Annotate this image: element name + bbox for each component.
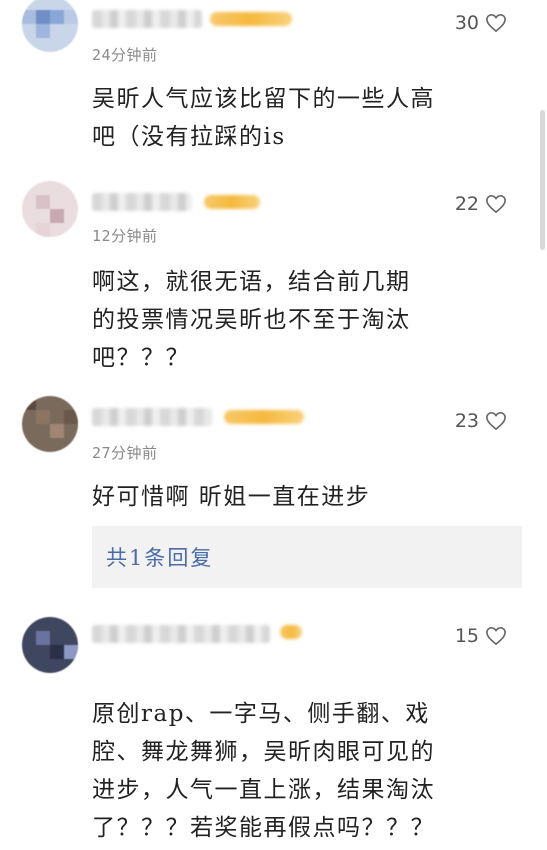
like-button[interactable]: 30 bbox=[455, 12, 507, 34]
username-blurred[interactable] bbox=[92, 193, 192, 211]
comment-line: 腔、舞龙舞狮，吴昕肉眼可见的 bbox=[92, 739, 435, 765]
avatar[interactable] bbox=[22, 617, 78, 673]
like-button[interactable]: 15 bbox=[455, 625, 507, 647]
comment-item: 15 原创rap、一字马、侧手翻、戏 腔、舞龙舞狮，吴昕肉眼可见的 进步，人气一… bbox=[0, 605, 547, 850]
heart-outline-icon bbox=[486, 194, 506, 214]
comment-text: 吴昕人气应该比留下的一些人高 吧（没有拉踩的is bbox=[92, 80, 517, 156]
avatar[interactable] bbox=[22, 181, 78, 237]
comment-line: 了？？？若奖能再假点吗？？？ bbox=[92, 815, 435, 841]
comment-line: 进步，人气一直上涨，结果淘汰 bbox=[92, 777, 435, 803]
user-badge bbox=[280, 625, 302, 639]
comment-text: 好可惜啊 昕姐一直在进步 bbox=[92, 478, 517, 516]
comment-item: 12分钟前 22 啊这，就很无语，结合前几期 的投票情况吴昕也不至于淘汰 吧？？… bbox=[0, 175, 547, 385]
user-badge bbox=[210, 12, 292, 26]
heart-outline-icon bbox=[486, 626, 506, 646]
comment-line: 吴昕人气应该比留下的一些人高 bbox=[92, 86, 435, 112]
user-badge bbox=[204, 195, 260, 209]
like-count: 23 bbox=[454, 410, 479, 432]
username-blurred[interactable] bbox=[92, 408, 212, 426]
view-replies-button[interactable]: 共1条回复 bbox=[92, 526, 522, 588]
comment-line: 的投票情况吴昕也不至于淘汰 bbox=[92, 307, 411, 333]
comment-line: 吧？？？ bbox=[92, 345, 190, 371]
like-count: 22 bbox=[454, 193, 479, 215]
heart-outline-icon bbox=[486, 411, 506, 431]
like-count: 15 bbox=[454, 625, 479, 647]
username-blurred[interactable] bbox=[92, 10, 202, 28]
like-count: 30 bbox=[454, 12, 479, 34]
comment-time: 24分钟前 bbox=[92, 46, 158, 64]
like-button[interactable]: 22 bbox=[455, 193, 507, 215]
like-button[interactable]: 23 bbox=[455, 410, 507, 432]
heart-outline-icon bbox=[486, 13, 506, 33]
comment-item: 27分钟前 23 好可惜啊 昕姐一直在进步 共1条回复 bbox=[0, 390, 547, 602]
avatar[interactable] bbox=[22, 0, 78, 52]
comment-time: 27分钟前 bbox=[92, 444, 158, 462]
user-badge bbox=[224, 410, 304, 424]
avatar[interactable] bbox=[22, 396, 78, 452]
username-blurred[interactable] bbox=[92, 625, 270, 643]
comment-line: 好可惜啊 昕姐一直在进步 bbox=[92, 484, 371, 510]
comment-text: 啊这，就很无语，结合前几期 的投票情况吴昕也不至于淘汰 吧？？？ bbox=[92, 263, 517, 377]
comment-line: 啊这，就很无语，结合前几期 bbox=[92, 269, 411, 295]
comment-line: 吧（没有拉踩的is bbox=[92, 124, 286, 150]
comment-line: 原创rap、一字马、侧手翻、戏 bbox=[92, 701, 430, 727]
comment-text: 原创rap、一字马、侧手翻、戏 腔、舞龙舞狮，吴昕肉眼可见的 进步，人气一直上涨… bbox=[92, 695, 522, 847]
comment-item: 24分钟前 30 吴昕人气应该比留下的一些人高 吧（没有拉踩的is bbox=[0, 0, 547, 175]
scrollbar[interactable] bbox=[540, 110, 545, 250]
comment-time: 12分钟前 bbox=[92, 227, 158, 245]
